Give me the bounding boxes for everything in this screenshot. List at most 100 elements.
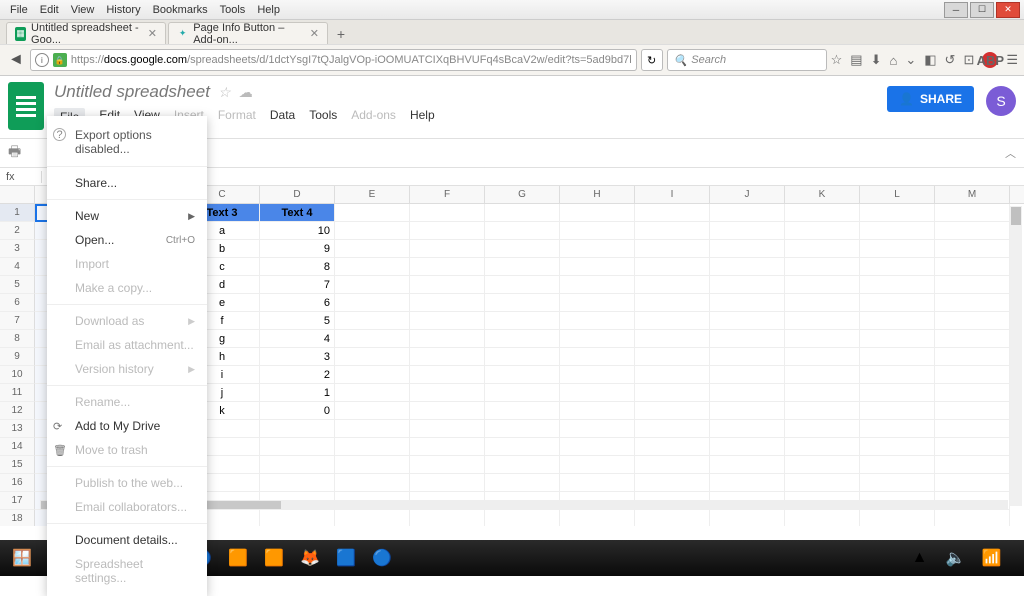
cell[interactable]: [560, 456, 635, 474]
cell[interactable]: 0: [260, 402, 335, 420]
col-header-G[interactable]: G: [485, 186, 560, 203]
collapse-toolbar-icon[interactable]: ︿: [1005, 145, 1016, 161]
col-header-E[interactable]: E: [335, 186, 410, 203]
tray-icon[interactable]: ▲: [903, 544, 935, 572]
reader-icon[interactable]: ▤: [850, 52, 862, 68]
cell[interactable]: [710, 420, 785, 438]
cell[interactable]: [935, 294, 1010, 312]
cell[interactable]: [710, 312, 785, 330]
select-all-corner[interactable]: [0, 186, 35, 203]
cell[interactable]: [560, 294, 635, 312]
back-button[interactable]: ◄: [6, 48, 26, 72]
cell[interactable]: [785, 330, 860, 348]
cell[interactable]: [860, 402, 935, 420]
cell[interactable]: [860, 474, 935, 492]
cell[interactable]: [635, 510, 710, 526]
cell[interactable]: [560, 276, 635, 294]
cell[interactable]: [410, 312, 485, 330]
cell[interactable]: [935, 510, 1010, 526]
address-bar[interactable]: i 🔒 https://docs.google.com/spreadsheets…: [30, 49, 637, 71]
cell[interactable]: [710, 366, 785, 384]
cell[interactable]: [935, 240, 1010, 258]
cell[interactable]: [410, 258, 485, 276]
menu-addons[interactable]: Add-ons: [351, 108, 396, 126]
cell[interactable]: 8: [260, 258, 335, 276]
vertical-scrollbar[interactable]: [1010, 206, 1022, 506]
cell[interactable]: [485, 204, 560, 222]
row-header[interactable]: 16: [0, 474, 35, 492]
cell[interactable]: [335, 204, 410, 222]
cell[interactable]: [860, 438, 935, 456]
cell[interactable]: [635, 294, 710, 312]
cell[interactable]: [860, 348, 935, 366]
cell[interactable]: [785, 258, 860, 276]
cell[interactable]: Text 4: [260, 204, 335, 222]
cell[interactable]: [410, 420, 485, 438]
cell[interactable]: [635, 312, 710, 330]
cell[interactable]: 6: [260, 294, 335, 312]
cell[interactable]: [785, 384, 860, 402]
cell[interactable]: [485, 456, 560, 474]
row-header[interactable]: 17: [0, 492, 35, 510]
cell[interactable]: [710, 222, 785, 240]
row-header[interactable]: 3: [0, 240, 35, 258]
cell[interactable]: [635, 420, 710, 438]
cell[interactable]: [485, 294, 560, 312]
cell[interactable]: [860, 294, 935, 312]
cell[interactable]: [635, 240, 710, 258]
cell[interactable]: [635, 456, 710, 474]
share-button[interactable]: 👤 SHARE: [887, 86, 974, 112]
tab-close-icon[interactable]: ✕: [148, 27, 157, 40]
col-header-I[interactable]: I: [635, 186, 710, 203]
cell[interactable]: 7: [260, 276, 335, 294]
cell[interactable]: [485, 312, 560, 330]
col-header-H[interactable]: H: [560, 186, 635, 203]
cell[interactable]: [485, 258, 560, 276]
cell[interactable]: [485, 402, 560, 420]
cell[interactable]: [485, 438, 560, 456]
cell[interactable]: [785, 456, 860, 474]
row-header[interactable]: 10: [0, 366, 35, 384]
cell[interactable]: [635, 474, 710, 492]
cell[interactable]: [260, 438, 335, 456]
cell[interactable]: [335, 240, 410, 258]
cell[interactable]: [785, 438, 860, 456]
menu-help[interactable]: Help: [410, 108, 435, 126]
cell[interactable]: [485, 510, 560, 526]
cell[interactable]: [410, 330, 485, 348]
sheets-logo-icon[interactable]: [8, 82, 44, 130]
reload-button[interactable]: ↻: [641, 49, 663, 71]
cell[interactable]: [410, 240, 485, 258]
cell[interactable]: [785, 276, 860, 294]
cell[interactable]: [560, 204, 635, 222]
cell[interactable]: [710, 474, 785, 492]
cell[interactable]: [410, 276, 485, 294]
cell[interactable]: [410, 204, 485, 222]
cell[interactable]: [935, 420, 1010, 438]
cell[interactable]: [710, 510, 785, 526]
sidebar-icon[interactable]: ◧: [924, 52, 936, 68]
row-header[interactable]: 13: [0, 420, 35, 438]
menu-data[interactable]: Data: [270, 108, 295, 126]
cell[interactable]: [785, 294, 860, 312]
cell[interactable]: [335, 294, 410, 312]
abp-icon[interactable]: ABP: [982, 52, 998, 68]
row-header[interactable]: 11: [0, 384, 35, 402]
row-header[interactable]: 18: [0, 510, 35, 526]
cell[interactable]: [410, 348, 485, 366]
col-header-J[interactable]: J: [710, 186, 785, 203]
ff-menu-file[interactable]: File: [4, 2, 34, 18]
cell[interactable]: [560, 438, 635, 456]
cell[interactable]: [710, 384, 785, 402]
cell[interactable]: [335, 402, 410, 420]
file-menu-item[interactable]: New▶: [47, 204, 207, 228]
cell[interactable]: [560, 222, 635, 240]
cell[interactable]: [335, 420, 410, 438]
cell[interactable]: [635, 330, 710, 348]
cell[interactable]: [860, 420, 935, 438]
cell[interactable]: [335, 330, 410, 348]
taskbar-app-icon[interactable]: 🟧: [258, 544, 290, 572]
cell[interactable]: [935, 204, 1010, 222]
cell[interactable]: [410, 222, 485, 240]
cell[interactable]: [410, 510, 485, 526]
